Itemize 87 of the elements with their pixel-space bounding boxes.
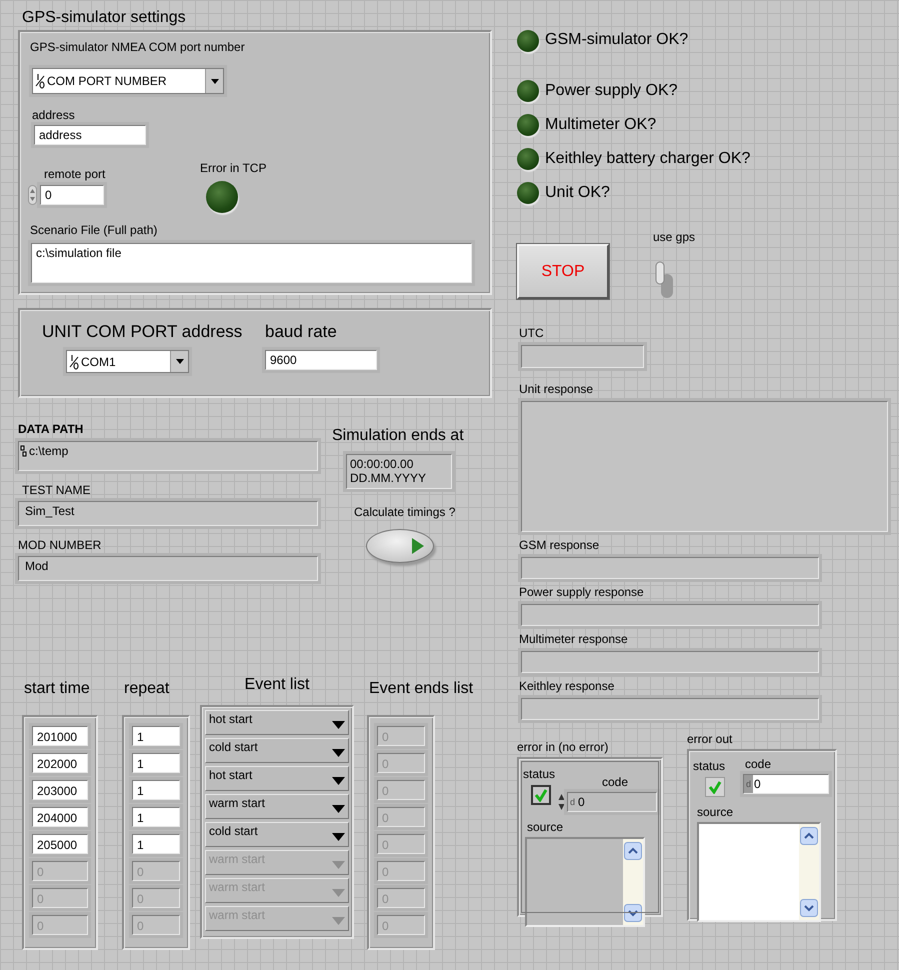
dropdown-arrow-icon xyxy=(332,889,345,897)
path-field[interactable]: c:\temp xyxy=(18,441,318,471)
dropdown-arrow-icon xyxy=(210,78,218,84)
path-field[interactable]: c:\simulation file xyxy=(31,243,472,283)
numeric-field[interactable]: 1 xyxy=(132,780,180,800)
dropdown-arrow-icon xyxy=(332,777,345,785)
field-label: Scenario File (Full path) xyxy=(30,223,158,237)
dropdown-arrow-icon xyxy=(332,861,345,869)
field-label: Keithley response xyxy=(519,679,614,693)
field-label: use gps xyxy=(653,230,696,244)
dropdown[interactable]: COM1 xyxy=(66,350,189,373)
field-label: code xyxy=(745,757,772,771)
text-field[interactable]: Sim_Test xyxy=(18,501,318,526)
dropdown[interactable]: COM PORT NUMBER xyxy=(32,68,224,94)
scrollbar[interactable] xyxy=(799,824,819,920)
cluster-title: error in (no error) xyxy=(517,740,608,754)
text-field[interactable]: address xyxy=(34,125,146,145)
field-label: source xyxy=(697,805,734,819)
field-label: Error in TCP xyxy=(200,161,266,175)
status-label: Power supply OK? xyxy=(545,81,678,101)
dropdown[interactable]: hot start xyxy=(205,766,349,791)
field-label: status xyxy=(693,759,726,773)
check-icon xyxy=(534,788,548,802)
numeric-field[interactable]: d 0 xyxy=(743,774,829,794)
status-label: Unit OK? xyxy=(545,183,610,203)
dropdown[interactable]: warm start xyxy=(205,794,349,819)
field-label: UTC xyxy=(519,326,544,340)
column-header: Event ends list xyxy=(369,679,474,699)
cluster-title: error out xyxy=(687,732,732,746)
column-header: repeat xyxy=(124,679,170,699)
field-label: UNIT COM PORT address xyxy=(42,322,242,342)
text-area[interactable] xyxy=(697,822,821,922)
numeric-field[interactable]: 1 xyxy=(132,807,180,827)
numeric-field[interactable]: 203000 xyxy=(32,780,88,800)
numeric-field[interactable]: 1 xyxy=(132,834,180,854)
field-label: Power supply response xyxy=(519,585,644,599)
numeric-field[interactable]: 1 xyxy=(132,726,180,746)
field-label: remote port xyxy=(44,167,106,181)
check-icon xyxy=(708,780,722,794)
scroll-up-button[interactable] xyxy=(800,827,818,845)
field-label: address xyxy=(32,108,75,122)
field-label: code xyxy=(602,775,628,789)
dropdown-arrow-icon xyxy=(332,833,345,841)
dropdown[interactable]: cold start xyxy=(205,822,349,847)
field-label: Unit response xyxy=(519,382,594,396)
field-label: Simulation ends at xyxy=(332,426,464,446)
status-label: Keithley battery charger OK? xyxy=(545,149,750,169)
field-label: source xyxy=(527,820,564,834)
spin-button[interactable] xyxy=(558,793,565,811)
field-label: Calculate timings ? xyxy=(354,505,456,519)
field-label: TEST NAME xyxy=(22,483,90,497)
status-label: GSM-simulator OK? xyxy=(545,30,688,50)
field-label: GPS-simulator NMEA COM port number xyxy=(30,40,245,54)
play-icon xyxy=(411,537,425,555)
panel-title: GPS-simulator settings xyxy=(22,8,186,28)
scroll-down-button[interactable] xyxy=(800,899,818,917)
dropdown[interactable]: cold start xyxy=(205,738,349,763)
io-icon xyxy=(69,354,79,370)
time-display: 00:00:00.00 DD.MM.YYYY xyxy=(346,454,452,489)
numeric-field[interactable]: 205000 xyxy=(32,834,88,854)
run-button[interactable] xyxy=(366,529,434,563)
column-header: Event list xyxy=(244,675,310,695)
numeric-field[interactable]: 0 xyxy=(40,185,104,205)
dropdown-arrow-icon xyxy=(332,749,345,757)
checkbox[interactable] xyxy=(705,777,725,797)
text-field[interactable]: Mod xyxy=(18,556,318,581)
dropdown-arrow-icon xyxy=(332,721,345,729)
field-label: baud rate xyxy=(265,322,337,342)
spin-button[interactable] xyxy=(28,185,37,205)
field-label: GSM response xyxy=(519,538,600,552)
status-label: Multimeter OK? xyxy=(545,115,656,135)
io-icon xyxy=(35,73,45,89)
dropdown-arrow-icon xyxy=(332,917,345,925)
dropdown-arrow-icon xyxy=(176,359,184,364)
dropdown[interactable]: hot start xyxy=(205,710,349,735)
numeric-field[interactable]: 201000 xyxy=(32,726,88,746)
numeric-field[interactable]: 9600 xyxy=(265,350,377,370)
field-label: MOD NUMBER xyxy=(18,538,102,552)
field-label: Multimeter response xyxy=(519,632,628,646)
numeric-field[interactable]: 1 xyxy=(132,753,180,773)
numeric-field[interactable]: 202000 xyxy=(32,753,88,773)
field-label: DATA PATH xyxy=(18,422,84,436)
dropdown-arrow-icon xyxy=(332,805,345,813)
path-icon xyxy=(20,445,27,457)
column-header: start time xyxy=(24,679,90,699)
field-label: status xyxy=(523,767,556,781)
numeric-field[interactable]: 204000 xyxy=(32,807,88,827)
